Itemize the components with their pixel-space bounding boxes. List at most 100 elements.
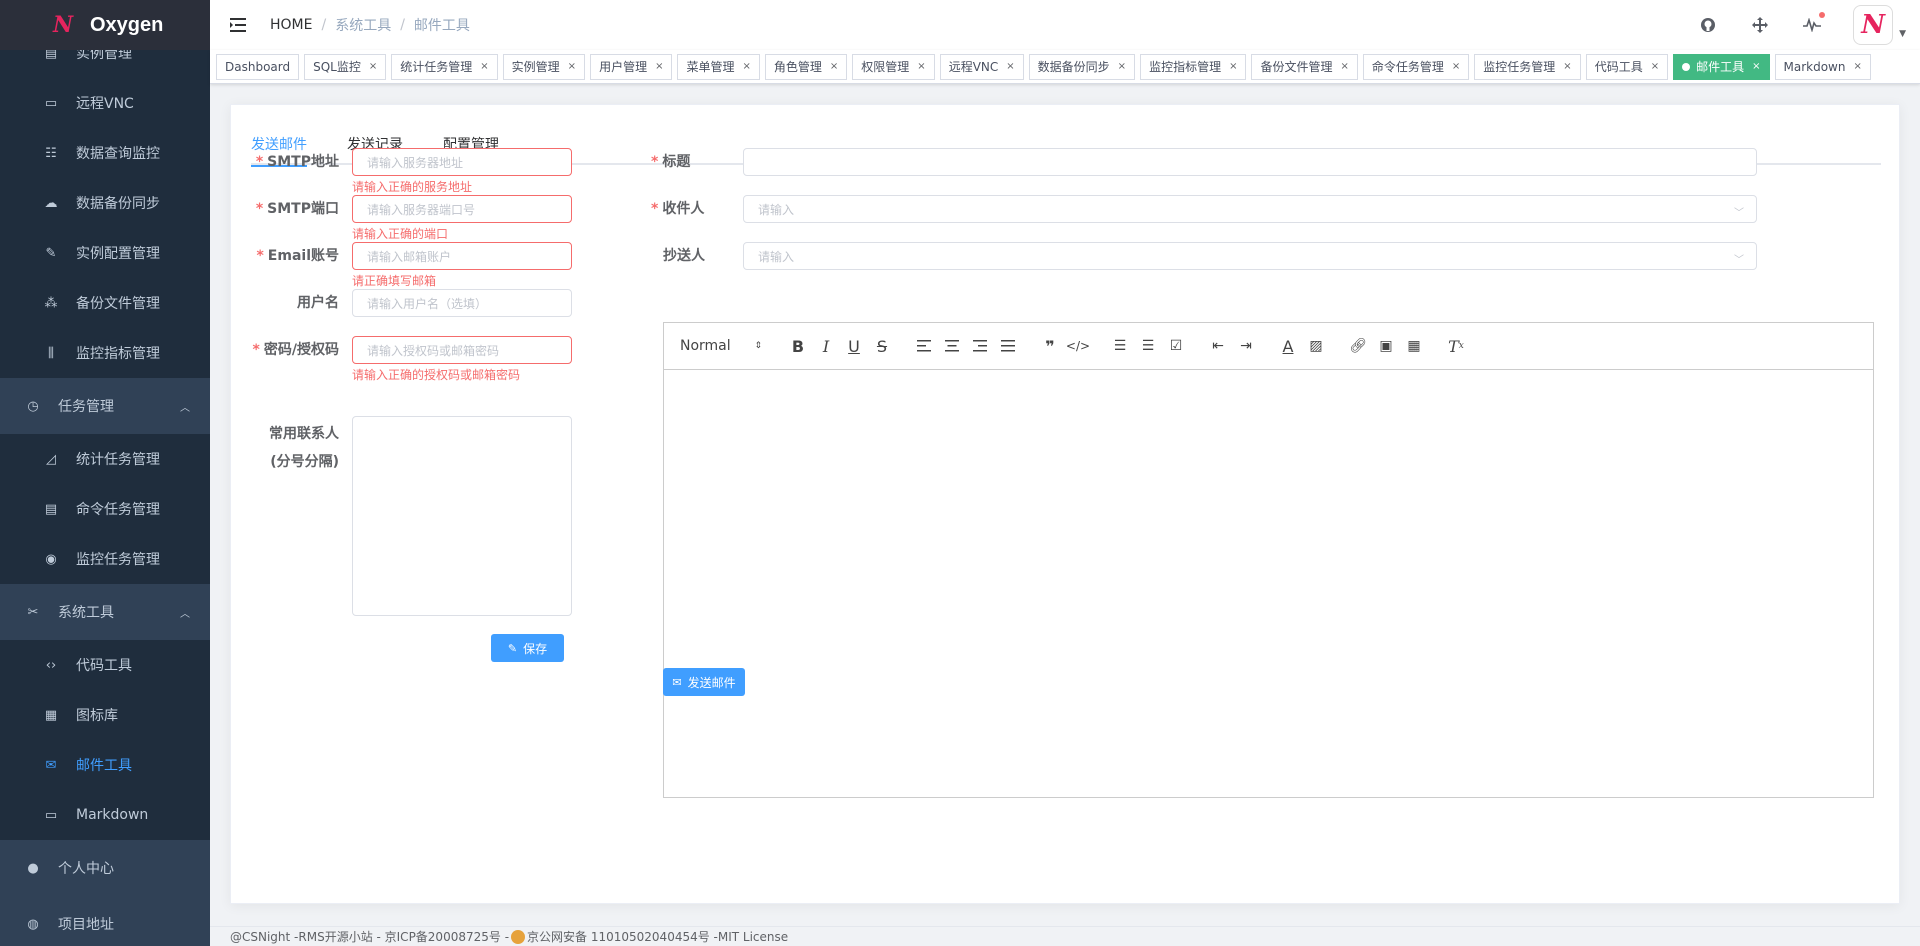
password-input[interactable]: 请输入授权码或邮箱密码 <box>352 336 572 364</box>
strikethrough-icon[interactable]: S <box>870 334 894 358</box>
underline-icon[interactable]: U <box>842 334 866 358</box>
sidebar-item-13[interactable]: ▦ 图标库 <box>0 690 210 740</box>
sidebar-item-1[interactable]: ▭ 远程VNC <box>0 78 210 128</box>
close-icon[interactable]: × <box>655 61 663 72</box>
tag-item[interactable]: 备份文件管理 × <box>1251 53 1358 80</box>
hamburger-icon[interactable] <box>226 13 250 37</box>
image-icon[interactable]: ▣ <box>1374 334 1398 358</box>
close-icon[interactable]: × <box>830 61 838 72</box>
close-icon[interactable]: × <box>1229 61 1237 72</box>
username-input[interactable]: 请输入用户名（选填） <box>352 289 572 317</box>
sidebar-item-6[interactable]: ⫼ 监控指标管理 <box>0 328 210 378</box>
ordered-list-icon[interactable]: ☰ <box>1108 334 1132 358</box>
align-justify-icon[interactable] <box>996 334 1020 358</box>
indent-icon[interactable]: ⇥ <box>1234 334 1258 358</box>
close-icon[interactable]: × <box>1452 61 1460 72</box>
tag-item[interactable]: SQL监控 × <box>304 53 387 80</box>
github-icon[interactable] <box>1697 14 1719 36</box>
sidebar-item-3[interactable]: ☁ 数据备份同步 <box>0 178 210 228</box>
sidebar-item-11[interactable]: ✂ 系统工具 ︿ <box>0 584 210 640</box>
tag-item[interactable]: 监控指标管理 × <box>1140 53 1247 80</box>
sidebar-item-14[interactable]: ✉ 邮件工具 <box>0 740 210 790</box>
video-icon[interactable]: ▦ <box>1402 334 1426 358</box>
font-color-icon[interactable]: A <box>1276 334 1300 358</box>
breadcrumb-level2: 邮件工具 <box>413 18 470 34</box>
sidebar-item-label: 邮件工具 <box>76 758 132 774</box>
tag-item[interactable]: 代码工具 × <box>1585 53 1669 80</box>
sidebar-item-7[interactable]: ◷ 任务管理 ︿ <box>0 378 210 434</box>
tag-item[interactable]: 权限管理 × <box>852 53 935 80</box>
tag-item[interactable]: 邮件工具 × <box>1673 53 1770 80</box>
tag-label: Markdown <box>1783 59 1846 74</box>
sidebar-item-10[interactable]: ◉ 监控任务管理 <box>0 534 210 584</box>
link-icon[interactable]: 🔗︎ <box>1346 334 1370 358</box>
outdent-icon[interactable]: ⇤ <box>1206 334 1230 358</box>
fullscreen-icon[interactable] <box>1749 14 1771 36</box>
close-icon[interactable]: × <box>1563 61 1571 72</box>
chevron-down-icon: ﹀ <box>1734 208 1744 219</box>
sidebar-item-4[interactable]: ✎ 实例配置管理 <box>0 228 210 278</box>
close-icon[interactable]: × <box>917 61 925 72</box>
tag-item[interactable]: Markdown × <box>1774 53 1871 80</box>
cc-select[interactable]: 请输入 ﹀ <box>743 242 1757 270</box>
sidebar-item-2[interactable]: ☷ 数据查询监控 <box>0 128 210 178</box>
close-icon[interactable]: × <box>480 61 488 72</box>
tag-item[interactable]: 数据备份同步 × <box>1028 53 1136 80</box>
logo[interactable]: N Oxygen <box>0 0 210 50</box>
sidebar-item-15[interactable]: ▭ Markdown <box>0 790 210 840</box>
sidebar-item-label: 系统工具 <box>58 605 114 621</box>
avatar[interactable]: N <box>1853 5 1894 45</box>
clear-format-icon[interactable]: Tx <box>1444 334 1468 358</box>
tag-item[interactable]: 远程VNC × <box>939 53 1024 80</box>
close-icon[interactable]: × <box>1651 61 1659 72</box>
sidebar-item-17[interactable]: ◍ 项目地址 <box>0 896 210 946</box>
close-icon[interactable]: × <box>568 61 576 72</box>
close-icon[interactable]: × <box>1118 61 1126 72</box>
breadcrumb-home[interactable]: HOME <box>270 17 312 33</box>
close-icon[interactable]: × <box>1853 61 1861 72</box>
to-select[interactable]: 请输入 ﹀ <box>743 195 1757 223</box>
wrench-icon: ✎ <box>45 245 57 261</box>
smtp-host-input[interactable]: 请输入服务器地址 <box>352 148 572 176</box>
tag-item[interactable]: Dashboard <box>216 53 300 80</box>
tag-item[interactable]: 实例管理 × <box>502 53 586 80</box>
chevron-down-icon[interactable]: ▼ <box>1899 29 1906 39</box>
sidebar-item-9[interactable]: ▤ 命令任务管理 <box>0 484 210 534</box>
align-right-icon[interactable] <box>968 334 992 358</box>
smtp-port-input[interactable]: 请输入服务器端口号 <box>352 195 572 223</box>
italic-icon[interactable]: I <box>814 334 838 358</box>
background-color-icon[interactable]: ▨ <box>1304 334 1328 358</box>
tag-item[interactable]: 角色管理 × <box>764 53 848 80</box>
align-left-icon[interactable] <box>912 334 936 358</box>
envelope-icon: ✉ <box>45 757 57 773</box>
code-block-icon[interactable]: </> <box>1066 334 1090 358</box>
contacts-textarea[interactable] <box>352 416 572 616</box>
tag-item[interactable]: 监控任务管理 × <box>1474 53 1581 80</box>
save-button[interactable]: ✎ 保存 <box>491 634 564 662</box>
bold-icon[interactable]: B <box>786 334 810 358</box>
tag-item[interactable]: 命令任务管理 × <box>1362 53 1470 80</box>
send-mail-button[interactable]: ✉ 发送邮件 <box>663 668 745 696</box>
close-icon[interactable]: × <box>1006 61 1014 72</box>
activity-icon[interactable] <box>1801 12 1826 36</box>
format-select[interactable]: Normal ⇕ <box>680 338 770 354</box>
sidebar-item-5[interactable]: ⁂ 备份文件管理 <box>0 278 210 328</box>
tag-item[interactable]: 菜单管理 × <box>677 53 760 80</box>
blockquote-icon[interactable]: ❞ <box>1038 334 1062 358</box>
email-input[interactable]: 请输入邮箱账户 <box>352 242 572 270</box>
sidebar-item-12[interactable]: ‹› 代码工具 <box>0 640 210 690</box>
align-center-icon[interactable] <box>940 334 964 358</box>
subject-input[interactable] <box>743 148 1757 176</box>
cc-placeholder: 请输入 <box>758 249 795 264</box>
bullet-list-icon[interactable]: ☰ <box>1136 334 1160 358</box>
close-icon[interactable]: × <box>1752 61 1760 72</box>
tag-label: 权限管理 <box>861 60 910 74</box>
tag-item[interactable]: 统计任务管理 × <box>391 53 498 80</box>
sidebar-item-16[interactable]: ● 个人中心 <box>0 840 210 896</box>
tag-item[interactable]: 用户管理 × <box>590 53 673 80</box>
close-icon[interactable]: × <box>742 61 750 72</box>
close-icon[interactable]: × <box>1340 61 1348 72</box>
checklist-icon[interactable]: ☑ <box>1164 334 1188 358</box>
close-icon[interactable]: × <box>369 61 377 72</box>
sidebar-item-8[interactable]: ◿ 统计任务管理 <box>0 434 210 484</box>
